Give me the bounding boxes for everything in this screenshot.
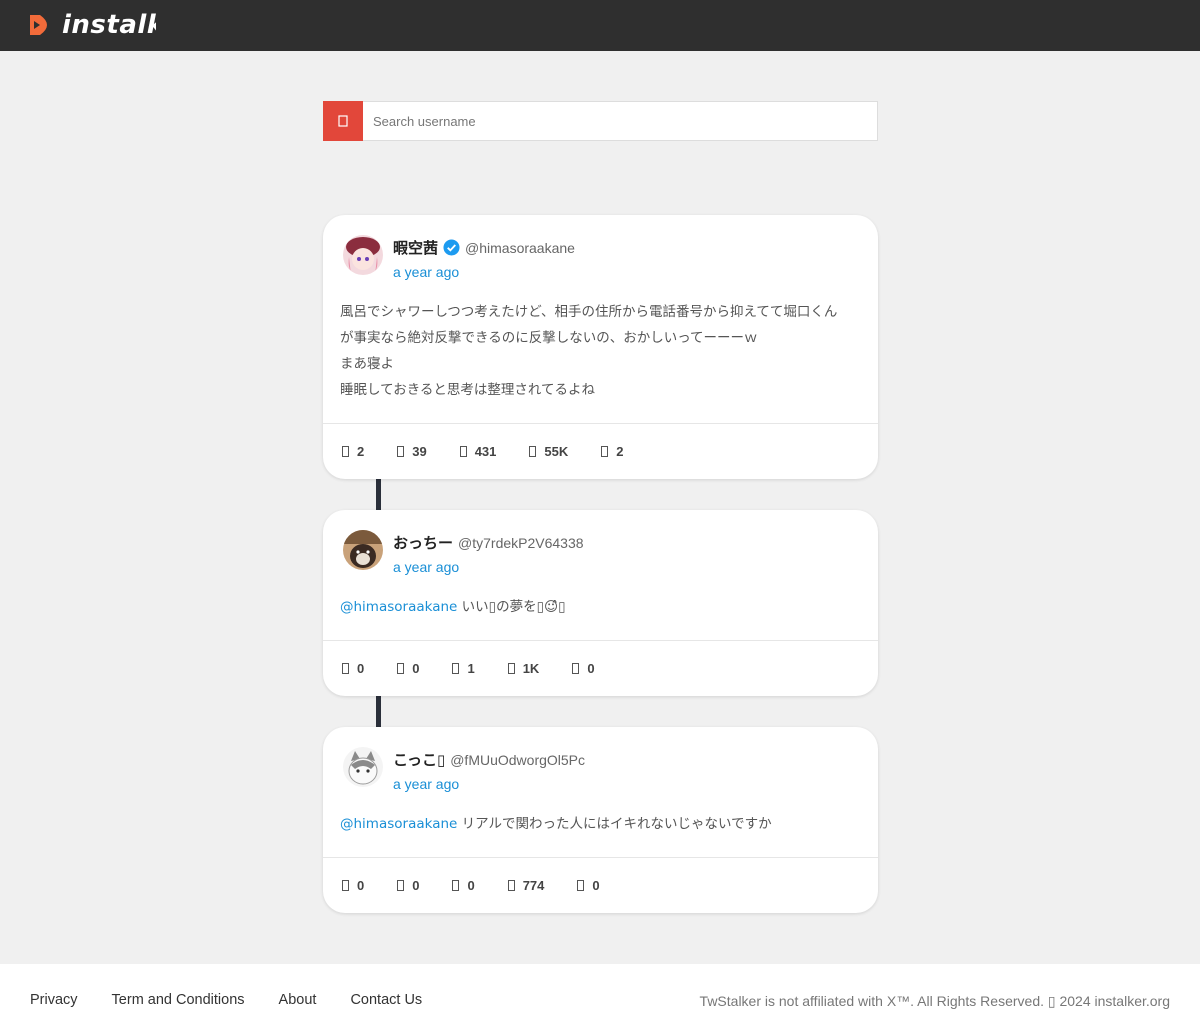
footer-links: Privacy Term and Conditions About Contac… (30, 992, 456, 1008)
tweet-line: まあ寝よ (340, 356, 394, 372)
avatar[interactable] (343, 747, 383, 787)
like-count[interactable]: 431 (459, 444, 496, 459)
mention-link[interactable]: @himasoraakane (340, 599, 457, 615)
brand-logo[interactable]: instalker (28, 9, 156, 41)
tweet-card: こっこ▯ @fMUuOdworgOl5Pc a year ago @himaso… (323, 727, 878, 913)
bookmark-icon (601, 446, 609, 457)
user-handle[interactable]: @ty7rdekP2V64338 (458, 535, 584, 551)
tweet-stats: 0 0 0 774 0 (323, 857, 878, 913)
tweet-card: 暇空茜 @himasoraakane a year ago 風呂でシャワーしつつ… (323, 215, 878, 479)
tweet-text: @himasoraakane リアルで関わった人にはイキれないじゃないですか (323, 797, 878, 837)
retweet-icon (397, 446, 405, 457)
top-navbar: instalker (0, 0, 1200, 51)
thread-connector (376, 696, 381, 728)
tweet-content: いい▯の夢を▯☺̂̂▯ (457, 599, 566, 615)
tweet-stats: 2 39 431 55K 2 (323, 423, 878, 479)
view-count[interactable]: 1K (507, 661, 539, 676)
tweet-timestamp[interactable]: a year ago (393, 559, 459, 575)
mention-link[interactable]: @himasoraakane (340, 816, 457, 832)
like-count[interactable]: 1 (452, 661, 475, 676)
reply-icon (342, 663, 349, 674)
tweet-line: が事実なら絶対反撃できるのに反撃しないの、おかしいってーーーｗ (340, 330, 758, 346)
display-name[interactable]: おっちー (393, 532, 453, 553)
search-icon (338, 115, 348, 127)
tweet-header: 暇空茜 @himasoraakane a year ago (323, 215, 878, 285)
verified-badge-icon (443, 239, 460, 256)
footer-link-terms[interactable]: Term and Conditions (112, 992, 245, 1008)
bookmark-count[interactable]: 0 (577, 878, 600, 893)
bookmark-icon (572, 663, 580, 674)
copyright-text: TwStalker is not affiliated with X™. All… (699, 993, 1170, 1009)
logo-icon (30, 15, 47, 35)
like-count[interactable]: 0 (452, 878, 475, 893)
thread-connector (376, 479, 381, 511)
tweet-timestamp[interactable]: a year ago (393, 776, 459, 792)
display-name[interactable]: 暇空茜 (393, 237, 438, 258)
view-count[interactable]: 774 (507, 878, 544, 893)
tweet-line: 風呂でシャワーしつつ考えたけど、相手の住所から電話番号から抑えてて堀口くん (340, 304, 838, 320)
tweet-line: 睡眠しておきると思考は整理されてるよね (340, 382, 596, 398)
chart-icon (529, 446, 537, 457)
user-handle[interactable]: @himasoraakane (465, 240, 575, 256)
tweet-header: おっちー @ty7rdekP2V64338 a year ago (323, 510, 878, 580)
reply-icon (342, 880, 349, 891)
avatar[interactable] (343, 530, 383, 570)
bookmark-count[interactable]: 2 (601, 444, 624, 459)
tweet-card: おっちー @ty7rdekP2V64338 a year ago @himaso… (323, 510, 878, 696)
retweet-count[interactable]: 39 (397, 444, 427, 459)
tweet-stats: 0 0 1 1K 0 (323, 640, 878, 696)
footer-link-privacy[interactable]: Privacy (30, 992, 78, 1008)
bookmark-count[interactable]: 0 (572, 661, 595, 676)
tweet-text: 風呂でシャワーしつつ考えたけど、相手の住所から電話番号から抑えてて堀口くん が事… (323, 285, 878, 403)
footer-link-contact[interactable]: Contact Us (350, 992, 422, 1008)
chart-icon (507, 880, 515, 891)
heart-icon (452, 663, 460, 674)
avatar[interactable] (343, 235, 383, 275)
bookmark-icon (577, 880, 585, 891)
reply-icon (342, 446, 349, 457)
tweet-timestamp[interactable]: a year ago (393, 264, 459, 280)
tweet-content: リアルで関わった人にはイキれないじゃないですか (457, 816, 772, 832)
retweet-count[interactable]: 0 (397, 878, 419, 893)
footer-link-about[interactable]: About (279, 992, 317, 1008)
heart-icon (459, 446, 467, 457)
search-button[interactable] (323, 101, 363, 141)
brand-name: instalker (62, 10, 156, 40)
chart-icon (507, 663, 515, 674)
user-handle[interactable]: @fMUuOdworgOl5Pc (450, 752, 585, 768)
retweet-icon (397, 663, 405, 674)
reply-count[interactable]: 0 (342, 661, 364, 676)
retweet-count[interactable]: 0 (397, 661, 419, 676)
search-input[interactable] (363, 101, 878, 141)
reply-count[interactable]: 0 (342, 878, 364, 893)
display-name[interactable]: こっこ▯ (393, 749, 445, 770)
tweet-text: @himasoraakane いい▯の夢を▯☺̂̂▯ (323, 580, 878, 620)
retweet-icon (397, 880, 405, 891)
view-count[interactable]: 55K (529, 444, 568, 459)
heart-icon (452, 880, 460, 891)
tweet-header: こっこ▯ @fMUuOdworgOl5Pc a year ago (323, 727, 878, 797)
page-footer: Privacy Term and Conditions About Contac… (0, 964, 1200, 1035)
search-bar (323, 101, 878, 141)
reply-count[interactable]: 2 (342, 444, 364, 459)
